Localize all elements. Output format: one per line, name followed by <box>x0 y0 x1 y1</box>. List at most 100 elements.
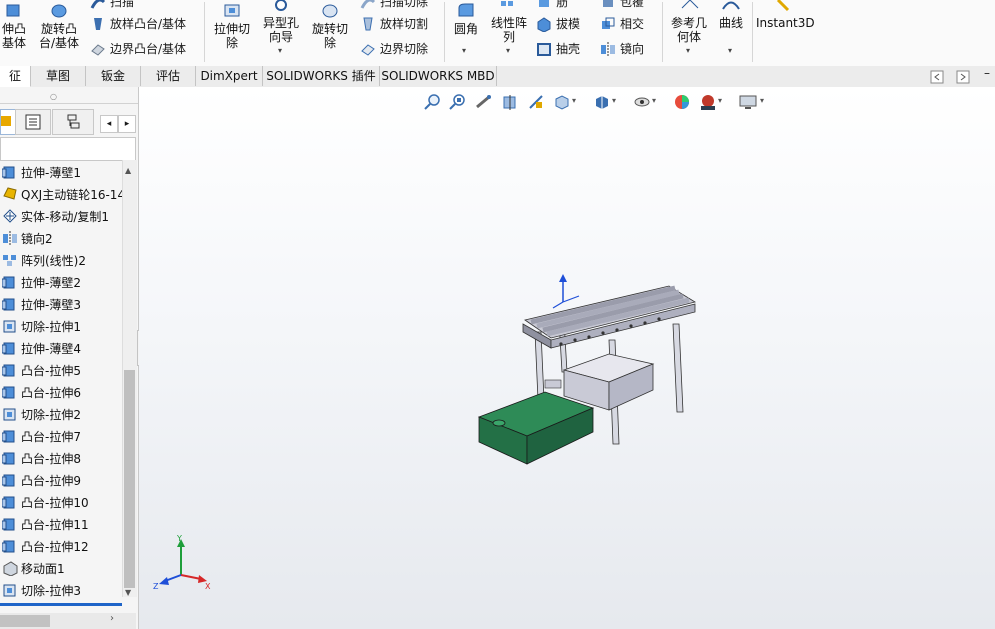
tree-item[interactable]: 凸台-拉伸6 <box>0 382 81 402</box>
tab-solidworks-mbd[interactable]: SOLIDWORKS MBD <box>380 66 497 86</box>
tree-item[interactable]: 凸台-拉伸5 <box>0 360 81 380</box>
loft-boss-button[interactable]: 放样凸台/基体 <box>90 15 186 32</box>
reference-geometry-icon <box>681 0 699 9</box>
panel-left-icon[interactable] <box>930 70 944 84</box>
boundary-boss-button[interactable]: 边界凸台/基体 <box>90 40 186 57</box>
feature-filter-input[interactable] <box>0 137 136 161</box>
reference-triad[interactable]: Y X Z <box>153 535 213 593</box>
motor-mount <box>544 379 562 389</box>
view-orientation-icon[interactable] <box>553 93 571 111</box>
view-settings-dropdown-icon[interactable]: ▾ <box>760 96 764 105</box>
loft-cut-button[interactable]: 放样切割 <box>360 15 428 32</box>
tab-features[interactable]: 征 <box>0 66 31 87</box>
boundary-cut-button[interactable]: 边界切除 <box>360 40 428 57</box>
origin-arrow <box>559 274 567 282</box>
tree-item[interactable]: 镜向2 <box>0 228 53 248</box>
horizontal-scrollbar-thumb[interactable] <box>0 615 50 627</box>
hide-show-dropdown-icon[interactable]: ▾ <box>652 96 656 105</box>
tree-item[interactable]: 切除-拉伸2 <box>0 404 81 424</box>
scrollbar-thumb[interactable] <box>124 370 135 588</box>
revolve-boss-button[interactable]: 旋转凸 台/基体 <box>34 2 84 50</box>
reference-geometry-button[interactable]: 参考几 何体 <box>666 0 712 44</box>
swept-boss-button[interactable]: 扫描 <box>90 0 134 10</box>
intersect-button[interactable]: 相交 <box>600 15 644 32</box>
shell-button[interactable]: 抽壳 <box>536 40 580 57</box>
tree-item[interactable]: 凸台-拉伸11 <box>0 514 89 534</box>
tree-item[interactable]: 凸台-拉伸9 <box>0 470 81 490</box>
fillet-dropdown-icon[interactable]: ▾ <box>462 46 466 55</box>
section-view-icon[interactable] <box>501 93 519 111</box>
tab-scroll-left-icon[interactable]: ◂ <box>100 115 118 133</box>
tree-item[interactable]: 实体-移动/复制1 <box>0 206 109 226</box>
dynamic-annotation-icon[interactable] <box>527 93 545 111</box>
hide-show-items-icon[interactable] <box>633 93 651 111</box>
curves-dropdown-icon[interactable]: ▾ <box>728 46 732 55</box>
hole-wizard-dropdown-icon[interactable]: ▾ <box>278 46 282 55</box>
view-settings-icon[interactable] <box>739 93 757 111</box>
scroll-right-icon[interactable]: › <box>110 613 114 624</box>
tree-item[interactable]: 切除-拉伸1 <box>0 316 81 336</box>
tab-dimxpert[interactable]: DimXpert <box>196 66 263 86</box>
zoom-to-area-icon[interactable] <box>449 93 467 111</box>
tree-item[interactable]: QXJ主动链轮16-14 <box>0 184 125 204</box>
tab-scroll-right-icon[interactable]: ▸ <box>118 115 136 133</box>
tree-item[interactable]: 拉伸-薄壁3 <box>0 294 81 314</box>
tree-item[interactable]: 阵列(线性)2 <box>0 250 86 270</box>
collapse-icon[interactable]: – <box>984 66 990 80</box>
extrude-boss-button[interactable]: 伸凸 基体 <box>0 2 30 50</box>
rollback-bar[interactable] <box>0 603 122 606</box>
configuration-manager-tab[interactable] <box>52 109 94 135</box>
instant3d-button[interactable]: Instant3D <box>756 0 815 30</box>
horizontal-scrollbar[interactable]: › <box>0 613 136 629</box>
panel-right-icon[interactable] <box>956 70 970 84</box>
swept-cut-label: 扫描切除 <box>380 0 429 9</box>
tree-item[interactable]: 拉伸-薄壁1 <box>0 162 81 182</box>
tree-item[interactable]: 凸台-拉伸8 <box>0 448 81 468</box>
edit-appearance-icon[interactable] <box>673 93 691 111</box>
panel-grip-icon[interactable]: ○ <box>50 92 57 101</box>
loft-cut-icon <box>363 17 373 30</box>
previous-view-icon[interactable] <box>475 93 493 111</box>
tab-solidworks-addins[interactable]: SOLIDWORKS 插件 <box>263 66 380 86</box>
display-style-dropdown-icon[interactable]: ▾ <box>612 96 616 105</box>
property-manager-tab[interactable] <box>15 109 51 135</box>
scroll-up-icon[interactable]: ▲ <box>125 166 131 175</box>
tab-sheet-metal[interactable]: 钣金 <box>86 66 141 86</box>
rib-button[interactable]: 筋 <box>536 0 568 10</box>
view-orientation-dropdown-icon[interactable]: ▾ <box>572 96 576 105</box>
swept-cut-button[interactable]: 扫描切除 <box>360 0 428 10</box>
roller-conveyor-model[interactable] <box>469 272 709 482</box>
tab-evaluate[interactable]: 评估 <box>141 66 196 86</box>
extrude-cut-button[interactable]: 拉伸切 除 <box>208 2 256 50</box>
feature-tree-icon <box>1 116 11 126</box>
tree-item[interactable]: 移动面1 <box>0 558 65 578</box>
mirror-button[interactable]: 镜向 <box>600 40 644 57</box>
fillet-button[interactable]: 圆角 <box>448 2 484 36</box>
display-style-icon[interactable] <box>593 93 611 111</box>
reference-geometry-dropdown-icon[interactable]: ▾ <box>686 46 690 55</box>
draft-button[interactable]: 拔模 <box>536 15 580 32</box>
tree-item[interactable]: 拉伸-薄壁2 <box>0 272 81 292</box>
revolve-cut-button[interactable]: 旋转切 除 <box>306 2 354 50</box>
tree-item-label: 凸台-拉伸10 <box>21 495 89 510</box>
tree-item[interactable]: 凸台-拉伸7 <box>0 426 81 446</box>
tab-label: SOLIDWORKS 插件 <box>266 69 376 83</box>
tree-item[interactable]: 凸台-拉伸10 <box>0 492 89 512</box>
hole-wizard-button[interactable]: 异型孔 向导 <box>258 0 304 44</box>
scroll-down-icon[interactable]: ▼ <box>125 588 131 597</box>
tree-item[interactable]: 切除-拉伸3 <box>0 580 81 600</box>
graphics-area[interactable]: ▾ ▾ ▾ ▾ ▾ Y X Z <box>139 87 995 629</box>
linear-pattern-button[interactable]: 线性阵 列 <box>486 0 532 44</box>
curves-button[interactable]: 曲线 <box>714 0 748 30</box>
tree-item[interactable]: 拉伸-薄壁4 <box>0 338 81 358</box>
swept-boss-icon <box>90 0 106 9</box>
tree-scrollbar[interactable]: ▲ ▼ <box>122 160 137 597</box>
tab-sketch[interactable]: 草图 <box>31 66 86 86</box>
wrap-button[interactable]: 包覆 <box>600 0 644 10</box>
zoom-to-fit-icon[interactable] <box>424 93 442 111</box>
apply-scene-dropdown-icon[interactable]: ▾ <box>718 96 722 105</box>
feature-tree-tab[interactable] <box>0 109 16 135</box>
apply-scene-icon[interactable] <box>699 93 717 111</box>
linear-pattern-dropdown-icon[interactable]: ▾ <box>506 46 510 55</box>
tree-item[interactable]: 凸台-拉伸12 <box>0 536 89 556</box>
